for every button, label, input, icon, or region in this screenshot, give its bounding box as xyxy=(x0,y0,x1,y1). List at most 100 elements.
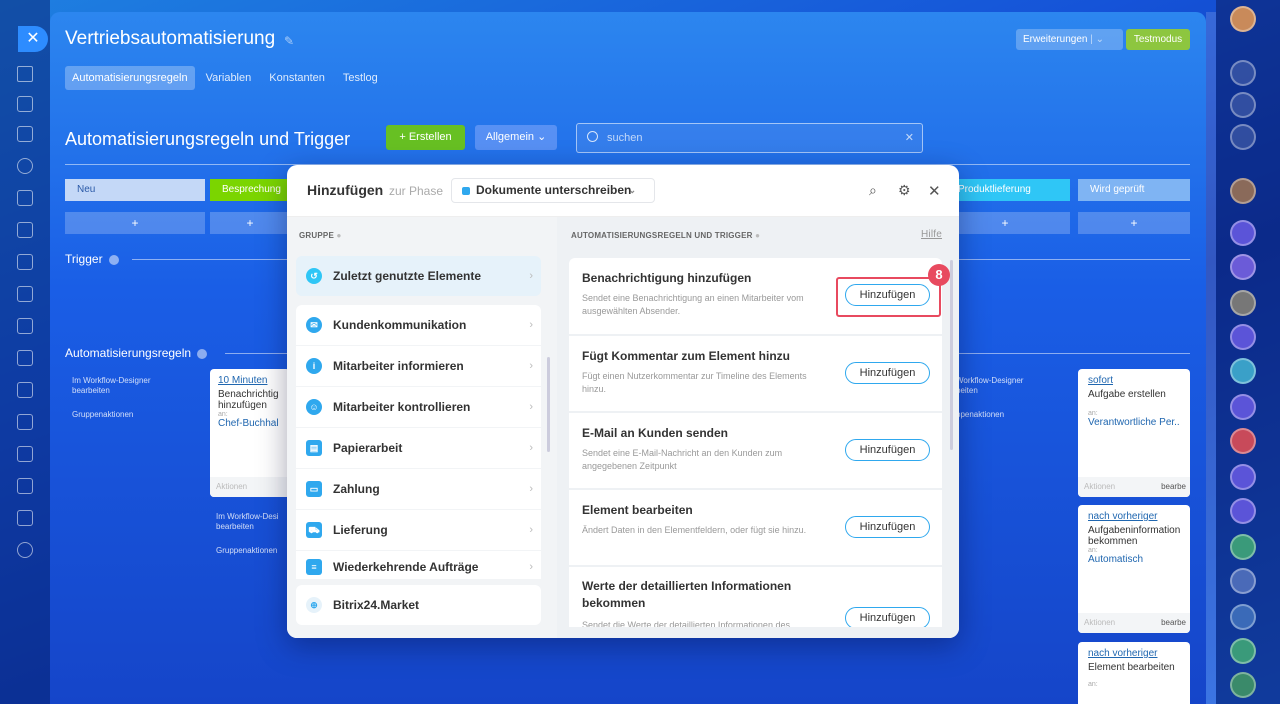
actions-scrollbar[interactable] xyxy=(950,260,953,450)
add-action-button[interactable]: Hinzufügen xyxy=(845,439,930,461)
sites-icon[interactable] xyxy=(17,254,33,270)
create-button[interactable]: + Erstellen xyxy=(386,125,465,150)
group-scrollbar[interactable] xyxy=(547,357,550,452)
group-inform-employees[interactable]: i Mitarbeiter informieren › xyxy=(296,346,541,386)
chevron-down-icon: ⌄ xyxy=(628,185,636,195)
contact-avatar[interactable] xyxy=(1230,220,1256,246)
user-avatar[interactable] xyxy=(1230,6,1256,32)
analytics-icon[interactable] xyxy=(17,350,33,366)
lock-icon[interactable] xyxy=(1230,604,1256,630)
filter-icon[interactable] xyxy=(17,446,33,462)
shop-icon[interactable] xyxy=(17,382,33,398)
group-recent[interactable]: ↺ Zuletzt genutzte Elemente › xyxy=(296,256,541,296)
activity-icon[interactable] xyxy=(17,96,33,112)
chevron-right-icon: › xyxy=(529,360,533,372)
contact-avatar[interactable] xyxy=(1230,178,1256,204)
bell-icon[interactable] xyxy=(1230,60,1256,86)
add-trigger-button[interactable]: + xyxy=(1078,212,1190,234)
section-title: Automatisierungsregeln und Trigger xyxy=(65,129,351,149)
add-action-button[interactable]: Hinzufügen xyxy=(845,516,930,538)
action-item[interactable]: Element bearbeiten Ändert Daten in den E… xyxy=(569,490,942,565)
general-dropdown[interactable]: Allgemein ⌄ xyxy=(475,125,557,150)
group-payment[interactable]: ▭ Zahlung › xyxy=(296,469,541,509)
group-actions-link[interactable]: Gruppenaktionen xyxy=(72,410,133,420)
contact-avatar[interactable] xyxy=(1230,498,1256,524)
add-action-button[interactable]: Hinzufügen xyxy=(845,607,930,627)
workflow-link[interactable]: Im Workflow-Desi bearbeiten xyxy=(216,512,296,532)
checklist-icon[interactable] xyxy=(17,286,33,302)
action-item[interactable]: E-Mail an Kunden senden Sendet eine E-Ma… xyxy=(569,413,942,488)
lock-icon[interactable] xyxy=(1230,534,1256,560)
contact-avatar[interactable] xyxy=(1230,428,1256,454)
group-actions-link[interactable]: Gruppenaktionen xyxy=(216,546,277,556)
action-item[interactable]: Fügt Kommentar zum Element hinzu Fügt ei… xyxy=(569,336,942,411)
inbox-icon[interactable] xyxy=(17,478,33,494)
tasks-icon[interactable] xyxy=(17,126,33,142)
rule-card[interactable]: nach vorheriger Element bearbeiten an: xyxy=(1078,642,1190,704)
tab-testlog[interactable]: Testlog xyxy=(336,66,385,90)
tab-rules[interactable]: Automatisierungsregeln xyxy=(65,66,195,90)
wallet-icon: ▭ xyxy=(306,481,322,497)
add-trigger-button[interactable]: + xyxy=(65,212,205,234)
search-icon xyxy=(587,131,598,142)
group-paperwork[interactable]: ▤ Papierarbeit › xyxy=(296,428,541,468)
contact-avatar[interactable] xyxy=(1230,324,1256,350)
rule-card[interactable]: sofort Aufgabe erstellen an: Verantwortl… xyxy=(1078,369,1190,497)
extensions-button[interactable]: Erweiterungen | ⌄ xyxy=(1016,29,1123,50)
add-trigger-button[interactable]: + xyxy=(940,212,1070,234)
help-link[interactable]: Hilfe xyxy=(921,229,942,240)
contact-avatar[interactable] xyxy=(1230,358,1256,384)
chat-icon: ✉ xyxy=(306,317,322,333)
add-action-button[interactable]: Hinzufügen xyxy=(845,362,930,384)
tab-variables[interactable]: Variablen xyxy=(199,66,259,90)
home-icon[interactable] xyxy=(17,66,33,82)
pin-icon[interactable]: ✎ xyxy=(284,34,294,48)
close-icon[interactable]: ✕ xyxy=(928,182,941,200)
phase-selector[interactable]: Dokumente unterschreiben ⌄ xyxy=(451,178,655,203)
lock-icon[interactable] xyxy=(1230,568,1256,594)
contact-avatar[interactable] xyxy=(1230,290,1256,316)
contact-avatar[interactable] xyxy=(1230,464,1256,490)
market-icon: ⊕ xyxy=(306,597,322,613)
group-actions-link[interactable]: ppenaktionen xyxy=(956,410,1004,420)
stage-new[interactable]: Neu xyxy=(65,179,205,201)
group-customer-communication[interactable]: ✉ Kundenkommunikation › xyxy=(296,305,541,345)
group-recurring-orders[interactable]: ≡ Wiederkehrende Aufträge › xyxy=(296,551,541,579)
add-trigger-button[interactable]: + xyxy=(210,212,290,234)
lock-icon[interactable] xyxy=(1230,638,1256,664)
search-input[interactable]: suchen ✕ xyxy=(576,123,923,153)
help-icon[interactable] xyxy=(108,254,119,265)
store-icon[interactable] xyxy=(17,414,33,430)
rule-card[interactable]: 10 Minuten Benachrichtig hinzufügen an: … xyxy=(210,369,290,497)
page-scrollbar[interactable] xyxy=(1206,12,1216,704)
search-icon[interactable]: ⌕ xyxy=(869,182,877,199)
check-icon[interactable] xyxy=(1230,672,1256,698)
group-market[interactable]: ⊕ Bitrix24.Market xyxy=(296,585,541,625)
documents-icon[interactable] xyxy=(17,190,33,206)
test-mode-button[interactable]: Testmodus xyxy=(1126,29,1190,50)
close-slider-button[interactable]: ✕ xyxy=(18,26,48,52)
group-delivery[interactable]: ⛟ Lieferung › xyxy=(296,510,541,550)
contacts-icon[interactable] xyxy=(17,158,33,174)
team-icon[interactable] xyxy=(17,510,33,526)
chat-search-icon[interactable] xyxy=(1230,124,1256,150)
chat-icon[interactable] xyxy=(17,318,33,334)
workflow-link[interactable]: Im Workflow-Designer bearbeiten xyxy=(72,376,182,396)
tab-constants[interactable]: Konstanten xyxy=(262,66,332,90)
trigger-label: Trigger xyxy=(65,252,119,266)
help-icon[interactable] xyxy=(197,348,208,359)
stage-review[interactable]: Wird geprüft xyxy=(1078,179,1190,201)
clear-icon[interactable]: ✕ xyxy=(905,131,914,144)
settings-icon[interactable]: ⚙ xyxy=(898,182,911,199)
rule-card[interactable]: nach vorheriger Aufgabeninformation beko… xyxy=(1078,505,1190,633)
group-control-employees[interactable]: ☺ Mitarbeiter kontrollieren › xyxy=(296,387,541,427)
contact-avatar[interactable] xyxy=(1230,254,1256,280)
settings-icon[interactable] xyxy=(17,542,33,558)
workflow-link[interactable]: Workflow-Designer beiten xyxy=(956,376,1046,396)
open-lines-icon[interactable] xyxy=(1230,92,1256,118)
contact-avatar[interactable] xyxy=(1230,394,1256,420)
drive-icon[interactable] xyxy=(17,222,33,238)
action-item[interactable]: Werte der detaillierten Informationen be… xyxy=(569,567,942,627)
history-icon: ↺ xyxy=(306,268,322,284)
stage-delivery[interactable]: Produktlieferung xyxy=(940,179,1070,201)
